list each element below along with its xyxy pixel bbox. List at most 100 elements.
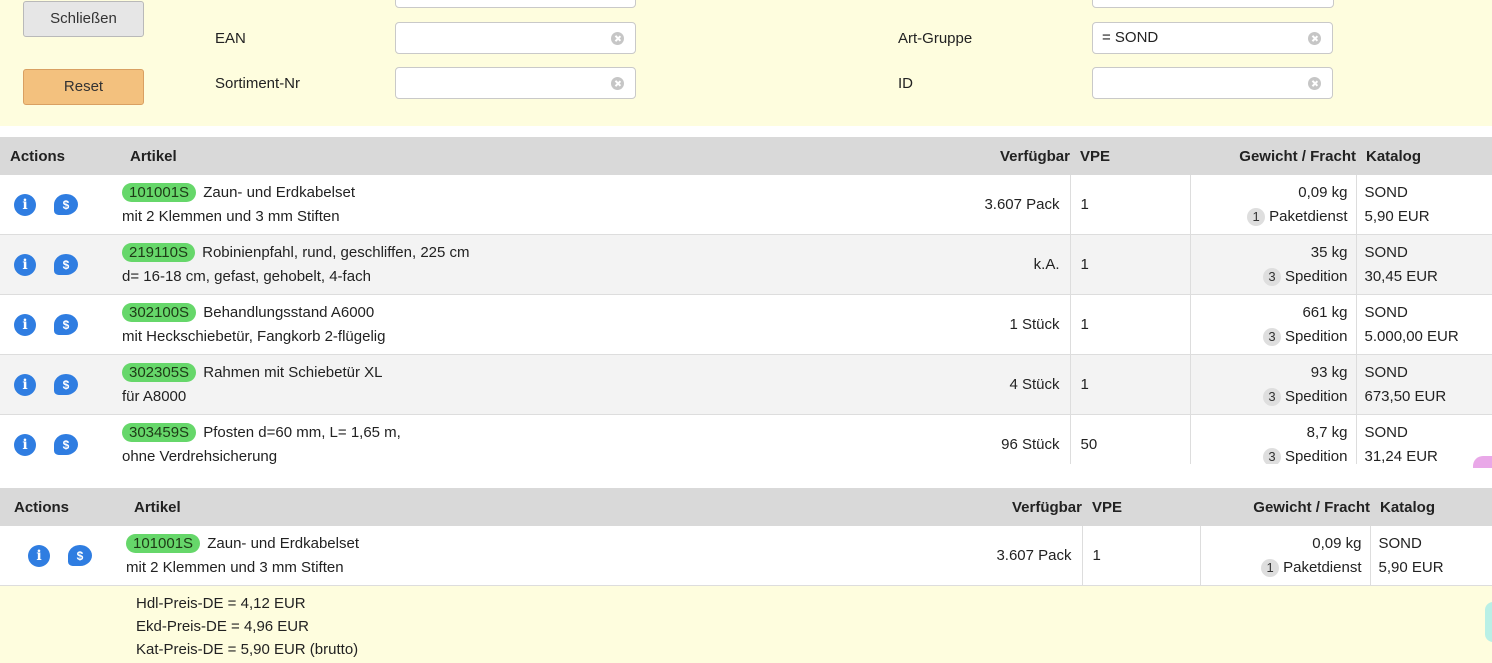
freight-rank-badge: 3	[1262, 447, 1281, 464]
header-gewicht[interactable]: Gewicht / Fracht	[1190, 137, 1356, 175]
info-icon[interactable]: i	[14, 433, 36, 456]
table-row[interactable]: i $302305S Rahmen mit Schiebetür XL für A8…	[0, 354, 1492, 415]
weight-value: 35 kg	[1310, 243, 1348, 261]
catalog-cell: SOND 30,45 EUR	[1356, 234, 1492, 295]
header-vpe[interactable]: VPE	[1082, 488, 1200, 526]
article-subtitle: mit 2 Klemmen und 3 mm Stiften	[122, 207, 340, 225]
reset-button[interactable]: Reset	[23, 69, 144, 105]
table-row[interactable]: i $101001S Zaun- und Erdkabelset mit 2 Kle…	[0, 175, 1492, 235]
available-cell: 3.607 Pack	[940, 175, 1071, 235]
freight-value: Spedition	[1284, 387, 1348, 405]
weight-cell: 661 kg 3 Spedition	[1190, 294, 1357, 355]
header-actions: Actions	[0, 488, 124, 526]
header-verfuegbar[interactable]: Verfügbar	[956, 488, 1082, 526]
weight-cell: 93 kg 3 Spedition	[1190, 354, 1357, 415]
catalog-cell: SOND 673,50 EUR	[1356, 354, 1492, 415]
freight-rank-badge: 3	[1262, 267, 1281, 286]
close-button[interactable]: Schließen	[23, 1, 144, 37]
weight-value: 0,09 kg	[1298, 183, 1348, 201]
weight-value: 8,7 kg	[1306, 423, 1348, 441]
header-katalog[interactable]: Katalog	[1356, 137, 1492, 175]
detail-table-scroll[interactable]: Actions Artikel Verfügbar VPE Gewicht / …	[0, 488, 1492, 663]
sku-badge[interactable]: 101001S	[122, 182, 197, 202]
header-verfuegbar[interactable]: Verfügbar	[940, 137, 1070, 175]
price-value: 5.000,00 EUR	[1364, 327, 1459, 345]
header-katalog[interactable]: Katalog	[1370, 488, 1492, 526]
actions-cell: i $	[0, 175, 120, 235]
article-title: Zaun- und Erdkabelset	[207, 534, 359, 552]
price-detail-spacer	[0, 585, 124, 663]
clear-icon[interactable]	[611, 77, 624, 90]
catalog-cell: SOND 5,90 EUR	[1356, 175, 1492, 235]
table-row[interactable]: i $302100S Behandlungsstand A6000 mit Heck…	[0, 294, 1492, 355]
weight-value: 661 kg	[1302, 303, 1348, 321]
price-ekd: Ekd-Preis-DE = 4,96 EUR	[136, 618, 309, 635]
clear-icon[interactable]	[1308, 32, 1321, 45]
header-gewicht[interactable]: Gewicht / Fracht	[1200, 488, 1370, 526]
artgruppe-field[interactable]: = SOND	[1092, 22, 1333, 54]
info-icon[interactable]: i	[28, 544, 50, 567]
price-hdl: Hdl-Preis-DE = 4,12 EUR	[136, 595, 306, 612]
filter-field-top-right[interactable]	[1092, 0, 1334, 8]
table-row[interactable]: i $219110S Robinienpfahl, rund, geschliff…	[0, 234, 1492, 295]
price-value: 673,50 EUR	[1364, 387, 1447, 405]
freight-value: Spedition	[1284, 447, 1348, 465]
price-bubble-icon[interactable]: $	[54, 314, 78, 336]
weight-value: 93 kg	[1310, 363, 1348, 381]
scroll-marker	[1473, 456, 1492, 468]
id-label: ID	[898, 75, 913, 92]
available-cell: k.A.	[940, 234, 1071, 295]
header-actions: Actions	[0, 137, 120, 175]
info-icon[interactable]: i	[14, 373, 36, 396]
catalog-value: SOND	[1364, 183, 1408, 201]
info-icon[interactable]: i	[14, 193, 36, 216]
side-tab[interactable]	[1485, 602, 1492, 642]
header-artikel[interactable]: Artikel	[124, 488, 956, 526]
article-subtitle: für A8000	[122, 387, 187, 405]
vpe-cell: 1	[1070, 354, 1191, 415]
weight-cell: 0,09 kg 1 Paketdienst	[1190, 175, 1357, 235]
sku-badge[interactable]: 302100S	[122, 302, 197, 322]
sku-badge[interactable]: 303459S	[122, 422, 197, 442]
article-subtitle: mit Heckschiebetür, Fangkorb 2-flügelig	[122, 327, 386, 345]
freight-value: Spedition	[1284, 327, 1348, 345]
weight-cell: 35 kg 3 Spedition	[1190, 234, 1357, 295]
header-vpe[interactable]: VPE	[1070, 137, 1190, 175]
sku-badge[interactable]: 219110S	[122, 242, 195, 262]
id-field[interactable]	[1092, 67, 1333, 99]
article-title: Pfosten d=60 mm, L= 1,65 m,	[203, 423, 401, 441]
artikel-cell: 302100S Behandlungsstand A6000 mit Hecksc…	[120, 294, 940, 355]
results-header-row: Actions Artikel Verfügbar VPE Gewicht / …	[0, 137, 1492, 175]
weight-value: 0,09 kg	[1312, 534, 1362, 552]
selected-row[interactable]: i $ 101001S Zaun- und Erdkabelset mit 2 K…	[0, 526, 1492, 586]
table-row[interactable]: i $303459S Pfosten d=60 mm, L= 1,65 m, ohn…	[0, 414, 1492, 465]
detail-table: Actions Artikel Verfügbar VPE Gewicht / …	[0, 488, 1492, 663]
price-bubble-icon[interactable]: $	[68, 545, 92, 567]
clear-icon[interactable]	[1308, 77, 1321, 90]
results-table-scroll[interactable]: Actions Artikel Verfügbar VPE Gewicht / …	[0, 137, 1492, 464]
article-subtitle: mit 2 Klemmen und 3 mm Stiften	[126, 558, 344, 576]
catalog-cell: SOND 5,90 EUR	[1370, 526, 1492, 586]
price-bubble-icon[interactable]: $	[54, 254, 78, 276]
sku-badge[interactable]: 101001S	[126, 533, 201, 553]
catalog-cell: SOND 5.000,00 EUR	[1356, 294, 1492, 355]
filter-field-top-left[interactable]	[395, 0, 636, 8]
clear-icon[interactable]	[611, 32, 624, 45]
price-bubble-icon[interactable]: $	[54, 194, 78, 216]
price-value: 31,24 EUR	[1364, 447, 1438, 465]
vpe-cell: 1	[1070, 294, 1191, 355]
sku-badge[interactable]: 302305S	[122, 362, 197, 382]
catalog-value: SOND	[1364, 243, 1408, 261]
sortiment-label: Sortiment-Nr	[215, 75, 301, 92]
catalog-cell: SOND 31,24 EUR	[1356, 414, 1492, 465]
weight-cell: 8,7 kg 3 Spedition	[1190, 414, 1357, 465]
sortiment-field[interactable]	[395, 67, 636, 99]
catalog-value: SOND	[1364, 303, 1408, 321]
price-bubble-icon[interactable]: $	[54, 374, 78, 396]
ean-field[interactable]	[395, 22, 636, 54]
artikel-cell: 302305S Rahmen mit Schiebetür XL für A800…	[120, 354, 940, 415]
header-artikel[interactable]: Artikel	[120, 137, 940, 175]
info-icon[interactable]: i	[14, 253, 36, 276]
info-icon[interactable]: i	[14, 313, 36, 336]
price-bubble-icon[interactable]: $	[54, 434, 78, 456]
